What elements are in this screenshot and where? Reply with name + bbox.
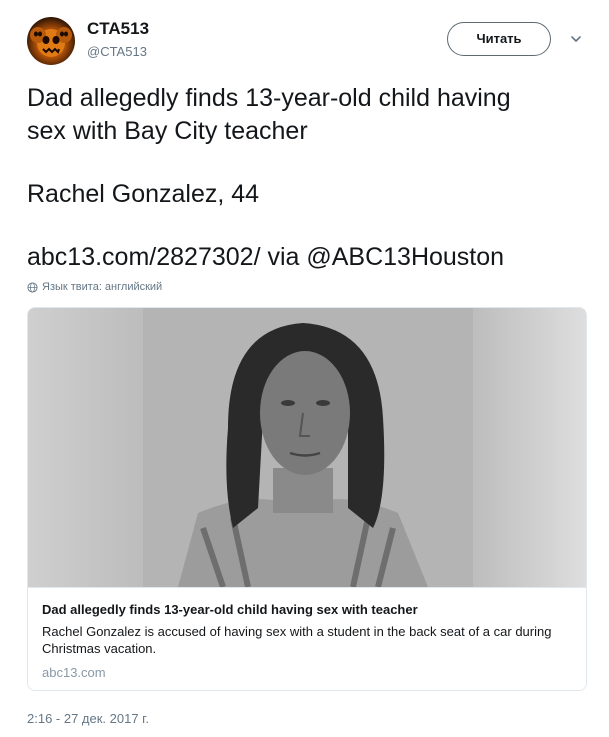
link-card[interactable]: Dad allegedly finds 13-year-old child ha…	[27, 307, 587, 691]
globe-icon	[27, 281, 38, 293]
display-name[interactable]: CTA513	[87, 19, 149, 39]
tweet-header: CTA513 @CTA513 Читать	[0, 0, 609, 80]
card-title[interactable]: Dad allegedly finds 13-year-old child ha…	[42, 602, 572, 617]
tweet-timestamp[interactable]: 2:16 - 27 дек. 2017 г.	[27, 711, 149, 726]
tweet-text-line: sex with Bay City teacher	[27, 117, 308, 145]
tweet-link-line[interactable]: abc13.com/2827302/ via @ABC13Houston	[27, 241, 587, 274]
card-body[interactable]: Dad allegedly finds 13-year-old child ha…	[28, 587, 586, 680]
avatar[interactable]	[27, 17, 75, 65]
mugshot-photo	[28, 308, 586, 587]
follow-button[interactable]: Читать	[447, 22, 551, 56]
language-note-text: Язык твита: английский	[42, 281, 163, 293]
card-domain[interactable]: abc13.com	[42, 665, 572, 680]
tweet-text-line: Rachel Gonzalez, 44	[27, 180, 260, 208]
card-description: Rachel Gonzalez is accused of having sex…	[42, 624, 552, 656]
card-image[interactable]	[28, 308, 586, 587]
language-note: Язык твита: английский	[27, 281, 162, 293]
pumpkin-skull-icon	[30, 27, 72, 57]
tweet-text: Dad allegedly finds 13-year-old child ha…	[27, 82, 587, 274]
tweet-text-line: Dad allegedly finds 13-year-old child ha…	[27, 84, 511, 112]
user-handle[interactable]: @CTA513	[87, 44, 147, 59]
chevron-down-icon[interactable]	[569, 32, 583, 46]
